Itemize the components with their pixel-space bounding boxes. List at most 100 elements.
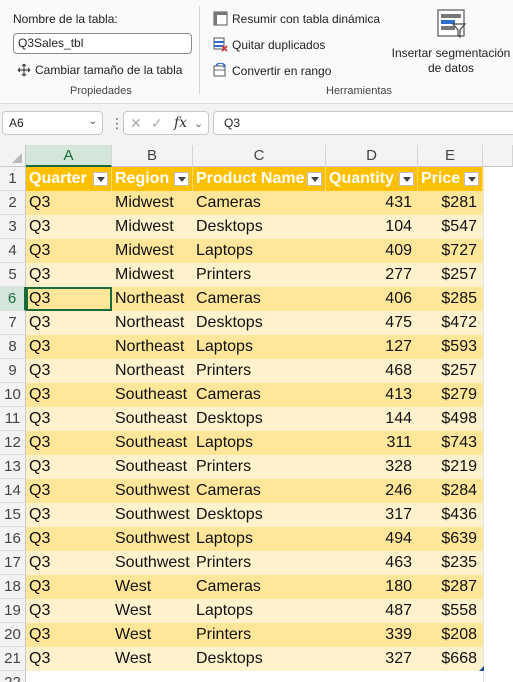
insert-function-icon[interactable]: fx (174, 115, 187, 131)
table-cell[interactable]: $285 (418, 287, 483, 311)
table-cell[interactable]: 406 (326, 287, 418, 311)
table-cell[interactable]: Cameras (193, 479, 326, 503)
table-cell[interactable]: Desktops (193, 647, 326, 671)
table-header-cell[interactable]: Region (112, 167, 193, 191)
table-name-input[interactable]: Q3Sales_tbl (13, 33, 192, 54)
row-header-2[interactable]: 2 (0, 191, 26, 215)
table-cell[interactable]: Southeast (112, 407, 193, 431)
table-cell[interactable]: 144 (326, 407, 418, 431)
table-cell[interactable]: Laptops (193, 527, 326, 551)
table-cell[interactable]: 494 (326, 527, 418, 551)
table-cell[interactable]: 409 (326, 239, 418, 263)
column-header-e[interactable]: E (418, 145, 483, 167)
table-cell[interactable]: 246 (326, 479, 418, 503)
table-cell[interactable]: Q3 (26, 431, 112, 455)
column-header-b[interactable]: B (112, 145, 193, 167)
table-cell[interactable]: Northeast (112, 359, 193, 383)
table-cell[interactable]: Laptops (193, 335, 326, 359)
table-cell[interactable]: Q3 (26, 575, 112, 599)
active-cell[interactable]: Q3 (26, 287, 112, 311)
table-cell[interactable]: 104 (326, 215, 418, 239)
table-cell[interactable]: Midwest (112, 191, 193, 215)
row-header-14[interactable]: 14 (0, 479, 26, 503)
table-cell[interactable]: Q3 (26, 455, 112, 479)
row-header-15[interactable]: 15 (0, 503, 26, 527)
insert-slicer-button[interactable]: Insertar segmentación de datos (390, 8, 512, 76)
table-cell[interactable]: 311 (326, 431, 418, 455)
table-cell[interactable]: 487 (326, 599, 418, 623)
spreadsheet-grid[interactable]: ABCDE12345678910111213141516171819202122… (0, 145, 513, 682)
pivot-summary-button[interactable]: Resumir con tabla dinámica (213, 11, 380, 26)
resize-table-button[interactable]: Cambiar tamaño de la tabla (17, 63, 182, 77)
table-cell[interactable]: West (112, 575, 193, 599)
table-cell[interactable]: 180 (326, 575, 418, 599)
table-cell[interactable]: Q3 (26, 239, 112, 263)
table-cell[interactable]: Q3 (26, 647, 112, 671)
table-cell[interactable]: Q3 (26, 383, 112, 407)
row-header-1[interactable]: 1 (0, 167, 26, 191)
table-cell[interactable]: Laptops (193, 239, 326, 263)
table-cell[interactable]: Northeast (112, 335, 193, 359)
table-header-cell[interactable]: Product Name (193, 167, 326, 191)
table-cell[interactable]: Cameras (193, 383, 326, 407)
table-cell[interactable]: Midwest (112, 263, 193, 287)
chevron-down-icon[interactable]: ⌄ (89, 116, 97, 127)
table-cell[interactable]: $639 (418, 527, 483, 551)
table-cell[interactable]: Northeast (112, 287, 193, 311)
table-cell[interactable]: Southwest (112, 503, 193, 527)
table-cell[interactable]: Desktops (193, 503, 326, 527)
column-header-a[interactable]: A (26, 145, 112, 167)
row-header-4[interactable]: 4 (0, 239, 26, 263)
row-header-20[interactable]: 20 (0, 623, 26, 647)
table-cell[interactable]: West (112, 599, 193, 623)
table-cell[interactable]: Cameras (193, 575, 326, 599)
table-cell[interactable]: $668 (418, 647, 483, 671)
table-cell[interactable]: Q3 (26, 551, 112, 575)
row-header-22[interactable]: 22 (0, 671, 26, 682)
table-cell[interactable]: Southwest (112, 527, 193, 551)
table-cell[interactable]: $219 (418, 455, 483, 479)
table-cell[interactable]: Desktops (193, 407, 326, 431)
table-cell[interactable]: $472 (418, 311, 483, 335)
table-cell[interactable]: Printers (193, 623, 326, 647)
row-header-21[interactable]: 21 (0, 647, 26, 671)
row-header-17[interactable]: 17 (0, 551, 26, 575)
table-cell[interactable]: $436 (418, 503, 483, 527)
table-cell[interactable]: Printers (193, 551, 326, 575)
name-box[interactable]: A6 ⌄ (2, 111, 103, 135)
table-header-cell[interactable]: Quarter (26, 167, 112, 191)
row-header-11[interactable]: 11 (0, 407, 26, 431)
row-header-7[interactable]: 7 (0, 311, 26, 335)
table-cell[interactable]: 317 (326, 503, 418, 527)
table-cell[interactable]: 468 (326, 359, 418, 383)
table-cell[interactable]: Desktops (193, 311, 326, 335)
table-cell[interactable]: Southeast (112, 383, 193, 407)
remove-duplicates-button[interactable]: Quitar duplicados (213, 37, 325, 52)
table-cell[interactable]: Q3 (26, 599, 112, 623)
table-cell[interactable]: $235 (418, 551, 483, 575)
table-cell[interactable]: 431 (326, 191, 418, 215)
table-cell[interactable]: Printers (193, 455, 326, 479)
table-cell[interactable]: Q3 (26, 527, 112, 551)
table-cell[interactable]: $593 (418, 335, 483, 359)
table-header-cell[interactable]: Quantity (326, 167, 418, 191)
table-cell[interactable]: $257 (418, 359, 483, 383)
table-cell[interactable]: Southeast (112, 431, 193, 455)
table-cell[interactable]: Q3 (26, 311, 112, 335)
table-cell[interactable]: $257 (418, 263, 483, 287)
table-cell[interactable]: Q3 (26, 479, 112, 503)
filter-dropdown-icon[interactable] (307, 172, 322, 186)
table-cell[interactable]: $287 (418, 575, 483, 599)
table-cell[interactable]: 463 (326, 551, 418, 575)
table-cell[interactable]: Q3 (26, 359, 112, 383)
fx-dropdown-icon[interactable]: ⌄ (194, 117, 203, 130)
table-cell[interactable]: Midwest (112, 239, 193, 263)
table-resize-handle[interactable] (479, 666, 484, 671)
table-cell[interactable]: West (112, 647, 193, 671)
column-header-c[interactable]: C (193, 145, 326, 167)
filter-dropdown-icon[interactable] (174, 172, 189, 186)
table-cell[interactable]: $208 (418, 623, 483, 647)
table-cell[interactable]: $284 (418, 479, 483, 503)
table-cell[interactable]: Q3 (26, 623, 112, 647)
row-header-10[interactable]: 10 (0, 383, 26, 407)
